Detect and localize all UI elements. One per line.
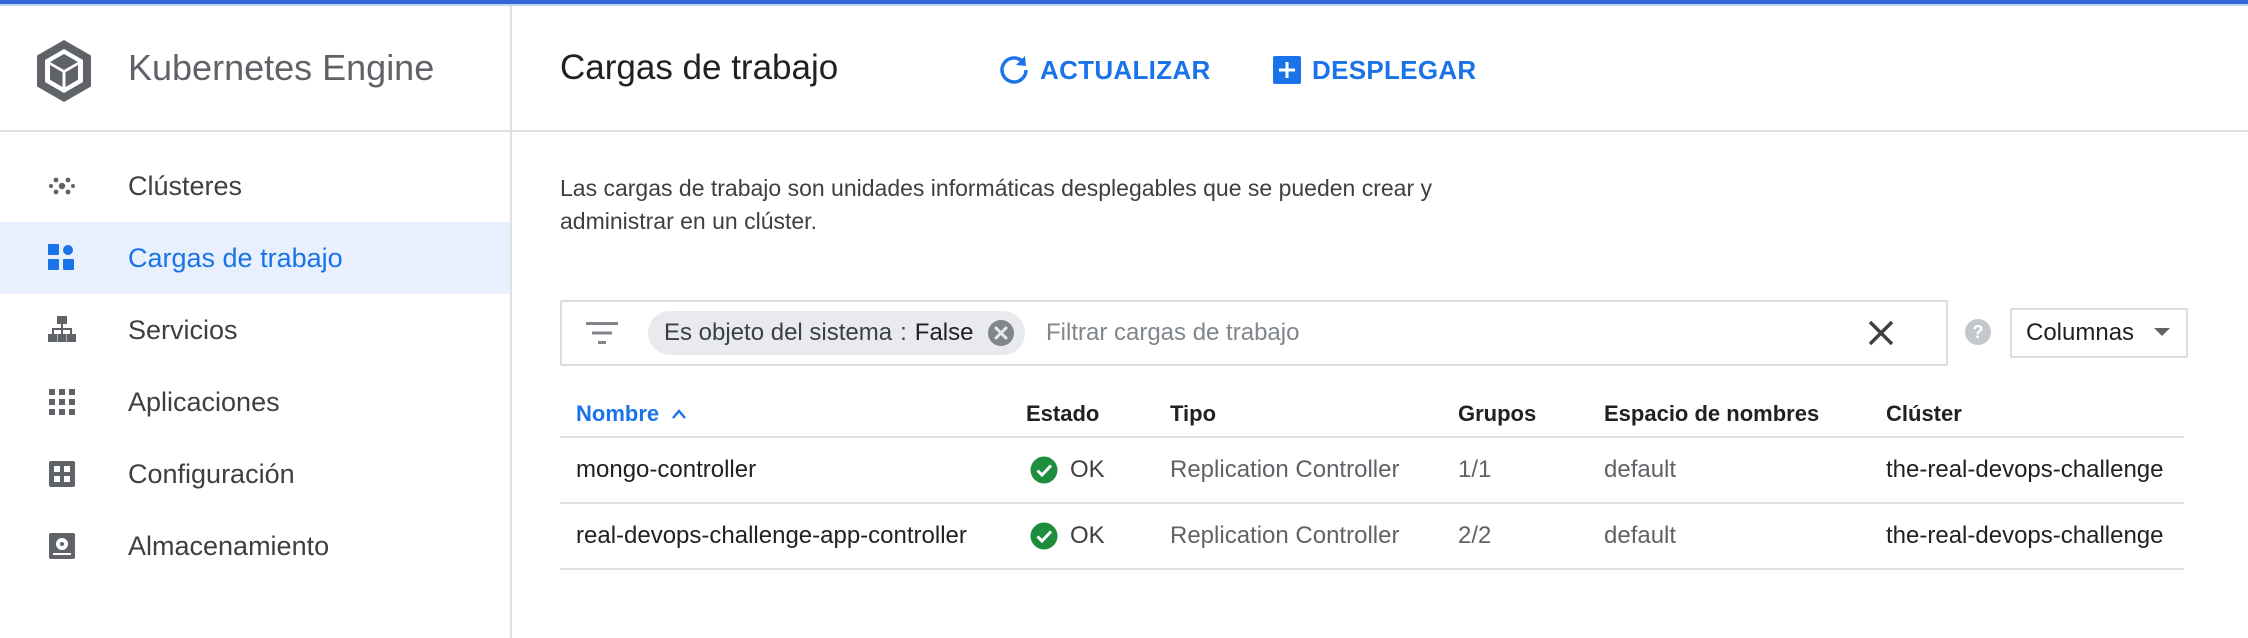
column-header-type[interactable]: Tipo [1170,400,1216,428]
pods-cell: 1/1 [1458,456,1492,483]
refresh-label: ACTUALIZAR [1040,54,1211,85]
deploy-button[interactable]: DESPLEGAR [1272,50,1477,90]
sidebar-item-services[interactable]: Servicios [0,294,510,366]
cluster-link[interactable]: the-real-devops-challenge [1886,455,2164,485]
sidebar-item-configuration[interactable]: Configuración [0,438,510,510]
workloads-table: Nombre Estado Tipo Grupos Espacio de nom… [560,392,2184,570]
sidebar-item-label: Configuración [128,459,295,489]
type-cell: Replication Controller [1170,456,1400,483]
sidebar-item-label: Clústeres [128,171,243,201]
status-cell: OK [1030,521,1105,551]
deploy-label: DESPLEGAR [1312,54,1477,85]
filter-chip-separator: : [900,319,907,346]
columns-dropdown[interactable]: Columnas [2010,308,2188,358]
cluster-link[interactable]: the-real-devops-challenge [1886,521,2164,551]
workload-name-link[interactable]: mongo-controller [576,455,756,485]
column-header-namespace[interactable]: Espacio de nombres [1604,400,1819,428]
filter-bar: Es objeto del sistema : False [560,300,1948,366]
applications-icon [49,389,75,415]
column-header-cluster[interactable]: Clúster [1886,400,1962,428]
sidebar-item-label: Aplicaciones [128,387,280,417]
sidebar: Kubernetes Engine Clústeres Cargas de tr… [0,6,512,638]
column-header-name[interactable]: Nombre [576,400,687,428]
page-description: Las cargas de trabajo son unidades infor… [560,175,1433,234]
namespace-cell: default [1604,522,1677,549]
kubernetes-engine-logo-icon [37,40,91,102]
page-header: Cargas de trabajo ACTUALIZAR DESPLEGAR [512,6,2248,132]
svg-text:?: ? [1973,322,1984,342]
check-circle-icon [1030,456,1058,484]
table-header-row: Nombre Estado Tipo Grupos Espacio de nom… [560,392,2184,438]
filter-chip-key: Es objeto del sistema [664,319,893,346]
status-cell: OK [1030,455,1105,485]
sidebar-item-label: Servicios [128,315,238,345]
sidebar-item-clusters[interactable]: Clústeres [0,150,510,222]
sidebar-item-label: Almacenamiento [128,531,330,561]
page-title: Cargas de trabajo [560,48,839,87]
filter-list-icon [586,322,618,344]
help-icon[interactable]: ? [1964,318,1992,346]
columns-label: Columnas [2026,319,2135,346]
status-text: OK [1070,456,1105,483]
app-name: Kubernetes Engine [128,47,435,88]
services-icon [48,316,76,342]
sidebar-item-storage[interactable]: Almacenamiento [0,510,510,582]
configuration-icon [49,461,75,487]
refresh-button[interactable]: ACTUALIZAR [998,50,1211,90]
table-row: mongo-controller OK Replication Controll… [560,438,2184,504]
column-header-label: Nombre [576,401,660,426]
sidebar-item-applications[interactable]: Aplicaciones [0,366,510,438]
sidebar-item-workloads[interactable]: Cargas de trabajo [0,222,510,294]
chip-remove-icon[interactable] [987,319,1015,347]
workloads-icon [48,244,74,270]
workload-name-link[interactable]: real-devops-challenge-app-controller [576,521,967,551]
add-box-icon [1273,56,1301,84]
status-text: OK [1070,522,1105,549]
clusters-icon [49,177,75,195]
filter-chip[interactable]: Es objeto del sistema : False [648,311,1026,355]
namespace-cell: default [1604,456,1677,483]
filter-chip-value: False [914,319,974,346]
pods-cell: 2/2 [1458,522,1492,549]
caret-down-icon [2154,328,2170,336]
type-cell: Replication Controller [1170,522,1400,549]
storage-icon [49,533,75,559]
filter-input[interactable] [1044,314,1788,352]
clear-filter-icon[interactable] [1866,318,1896,348]
column-header-status[interactable]: Estado [1026,400,1099,428]
column-header-pods[interactable]: Grupos [1458,400,1536,428]
brand-header: Kubernetes Engine [0,6,510,132]
sidebar-item-label: Cargas de trabajo [128,243,343,273]
refresh-icon [1000,56,1028,84]
table-row: real-devops-challenge-app-controller OK … [560,504,2184,570]
sort-ascending-icon [672,409,687,419]
check-circle-icon [1030,522,1058,550]
sidebar-nav: Clústeres Cargas de trabajo Servicios Ap… [0,150,510,582]
